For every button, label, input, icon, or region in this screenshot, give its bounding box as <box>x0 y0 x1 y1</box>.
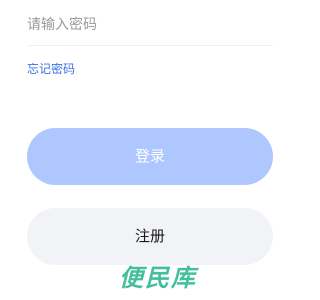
password-field-row <box>27 0 273 46</box>
login-screen: 忘记密码 登录 注册 便民库 <box>0 0 300 300</box>
login-button[interactable]: 登录 <box>27 128 273 185</box>
password-input[interactable] <box>27 14 273 36</box>
watermark-logo: 便民库 <box>119 264 197 292</box>
register-button[interactable]: 注册 <box>27 208 273 265</box>
forgot-password-link[interactable]: 忘记密码 <box>27 61 75 77</box>
